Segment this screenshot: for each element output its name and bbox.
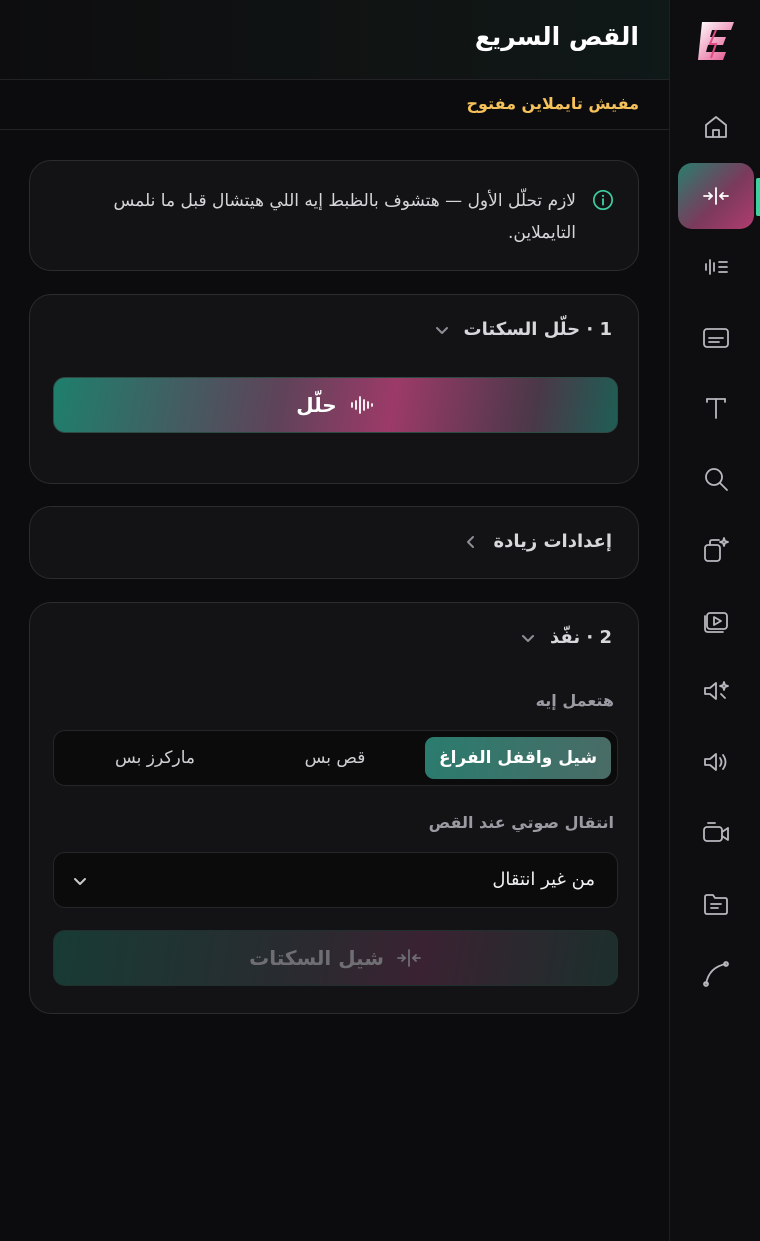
remove-silences-button[interactable]: شيل السكتات bbox=[53, 930, 618, 986]
quick-cut-panel: القص السريع مفيش تايملاين مفتوح لازم تحل… bbox=[0, 0, 669, 1241]
rail-volume[interactable] bbox=[678, 729, 754, 795]
quick-cut-icon bbox=[703, 187, 729, 205]
subtitles-icon bbox=[703, 328, 729, 348]
mode-option-remove-close-gap[interactable]: شيل واقفل الفراغ bbox=[425, 737, 611, 779]
transition-select-value: من غير انتقال bbox=[492, 869, 595, 890]
rail-ai-clips[interactable] bbox=[678, 517, 754, 583]
analyze-section: 1 · حلّل السكتات حلّل bbox=[29, 294, 639, 484]
chevron-down-icon bbox=[435, 326, 448, 334]
rail-text[interactable] bbox=[678, 375, 754, 441]
info-card: لازم تحلّل الأول — هتشوف بالظبط إيه اللي… bbox=[29, 160, 639, 271]
transition-label: انتقال صوتي عند القص bbox=[428, 813, 614, 832]
app-logo bbox=[698, 22, 734, 60]
analyze-button[interactable]: حلّل bbox=[53, 377, 618, 433]
info-icon bbox=[593, 190, 613, 210]
text-icon bbox=[706, 398, 726, 419]
chevron-down-icon bbox=[521, 634, 534, 642]
execute-section-header[interactable]: 2 · نفّذ bbox=[520, 627, 612, 648]
page-title: القص السريع bbox=[474, 22, 639, 51]
rail-ai-voice[interactable] bbox=[678, 658, 754, 724]
curve-icon bbox=[703, 961, 729, 987]
execute-section-title: 2 · نفّذ bbox=[549, 627, 612, 648]
mode-segmented-control: شيل واقفل الفراغ قص بس ماركرز بس bbox=[53, 730, 618, 786]
active-tab-marker bbox=[756, 178, 760, 216]
panel-header: القص السريع bbox=[0, 0, 669, 80]
waveform-list-icon bbox=[705, 259, 728, 275]
mode-option-cut-only[interactable]: قص بس bbox=[245, 737, 425, 779]
rail-quick-cut[interactable] bbox=[678, 163, 754, 229]
chevron-left-icon bbox=[467, 535, 475, 548]
info-text: لازم تحلّل الأول — هتشوف بالظبط إيه اللي… bbox=[113, 191, 577, 243]
rail-subtitles[interactable] bbox=[678, 305, 754, 371]
rail-home[interactable] bbox=[678, 94, 754, 160]
folder-icon bbox=[704, 894, 728, 915]
rail-media[interactable] bbox=[678, 587, 754, 653]
no-timeline-warning: مفيش تايملاين مفتوح bbox=[466, 94, 639, 113]
tool-sidebar bbox=[669, 0, 760, 1241]
mode-option-markers-only[interactable]: ماركرز بس bbox=[65, 737, 245, 779]
remove-silences-label: شيل السكتات bbox=[249, 946, 384, 970]
transition-select[interactable]: من غير انتقال bbox=[53, 852, 618, 908]
rail-waveform-list[interactable] bbox=[678, 234, 754, 300]
home-icon bbox=[705, 116, 727, 138]
ai-voice-icon bbox=[704, 681, 729, 700]
mode-label: هتعمل إيه bbox=[535, 691, 614, 710]
execute-section: 2 · نفّذ هتعمل إيه شيل واقفل الفراغ قص ب… bbox=[29, 602, 639, 1014]
chevron-down-icon bbox=[74, 878, 86, 885]
timeline-status-bar: مفيش تايملاين مفتوح bbox=[0, 80, 669, 130]
analyze-section-title: 1 · حلّل السكتات bbox=[463, 319, 612, 340]
quick-cut-icon bbox=[396, 949, 421, 967]
analyze-button-label: حلّل bbox=[296, 393, 337, 417]
ai-clips-icon bbox=[704, 537, 729, 562]
media-play-icon bbox=[704, 612, 728, 633]
rail-camera[interactable] bbox=[678, 800, 754, 866]
rail-search[interactable] bbox=[678, 446, 754, 512]
extra-settings-header[interactable]: إعدادات زيادة bbox=[463, 531, 612, 552]
waveform-icon bbox=[350, 396, 373, 414]
analyze-section-header[interactable]: 1 · حلّل السكتات bbox=[434, 319, 612, 340]
search-icon bbox=[705, 468, 728, 491]
extra-settings-section[interactable]: إعدادات زيادة bbox=[29, 506, 639, 579]
extra-settings-title: إعدادات زيادة bbox=[493, 531, 612, 552]
rail-curve[interactable] bbox=[678, 941, 754, 1007]
camera-icon bbox=[703, 822, 729, 842]
rail-folder[interactable] bbox=[678, 871, 754, 937]
volume-icon bbox=[704, 753, 727, 771]
